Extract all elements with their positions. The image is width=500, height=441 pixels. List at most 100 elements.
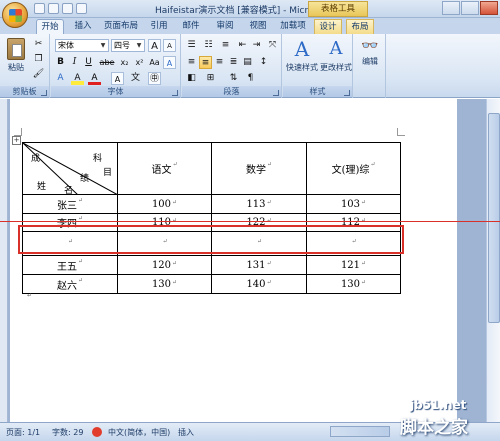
align-right-icon[interactable]: ≡	[213, 56, 226, 69]
format-painter-icon[interactable]: 🖌	[32, 68, 45, 81]
score-cell[interactable]: 113↵	[211, 194, 307, 214]
insert-mode[interactable]: 插入	[178, 427, 194, 438]
align-left-icon[interactable]: ≡	[185, 56, 198, 69]
tab-references[interactable]: 引用	[146, 19, 172, 34]
undo-icon[interactable]	[48, 3, 59, 14]
phonetic-guide-button[interactable]: 文	[129, 72, 142, 85]
cut-icon[interactable]: ✂	[32, 38, 45, 51]
view-buttons[interactable]	[330, 426, 390, 437]
score-cell[interactable]: 131↵	[211, 255, 307, 275]
page-count[interactable]: 页面: 1/1	[6, 427, 40, 438]
font-launcher-icon[interactable]	[172, 90, 178, 96]
clear-format-button[interactable]: A	[54, 72, 67, 85]
table-move-handle-icon[interactable]: +	[12, 136, 21, 145]
strikethrough-button[interactable]: abe	[98, 56, 116, 69]
subscript-button[interactable]: x₂	[118, 56, 131, 69]
tab-mailings[interactable]: 邮件	[178, 19, 204, 34]
enclose-char-icon[interactable]: ㊥	[148, 72, 161, 85]
save-icon[interactable]	[34, 3, 45, 14]
score-cell[interactable]: 100↵	[117, 194, 212, 214]
tab-insert[interactable]: 插入	[70, 19, 96, 34]
char-shading-button[interactable]: A	[163, 56, 176, 69]
column-header[interactable]: 数学↵	[211, 142, 307, 195]
paragraph-mark: ↵	[361, 278, 367, 286]
char-border-button[interactable]: A	[111, 72, 124, 85]
office-logo-icon	[9, 9, 22, 22]
cell-text: 王五	[56, 261, 77, 273]
close-button[interactable]	[480, 1, 498, 15]
line-spacing-icon[interactable]: ↕	[257, 56, 270, 69]
editing-button[interactable]: 👓 编辑	[356, 38, 384, 67]
align-center-icon[interactable]: ≡	[199, 56, 212, 69]
column-header[interactable]: 文(理)综↵	[306, 142, 401, 195]
score-cell[interactable]: 121↵	[306, 255, 401, 275]
vertical-scrollbar[interactable]	[486, 99, 500, 422]
score-cell[interactable]: 130↵	[117, 274, 212, 294]
chinese-layout-icon[interactable]: ⤧	[266, 39, 279, 52]
tab-addins[interactable]: 加载项	[277, 19, 309, 34]
title-bar: Haifeistar演示文档 [兼容模式] - Microsoft Word 表…	[0, 0, 500, 18]
bullets-icon[interactable]: ☰	[185, 39, 198, 52]
column-header[interactable]: 语文↵	[117, 142, 212, 195]
redo-icon[interactable]	[62, 3, 73, 14]
change-case-button[interactable]: Aa	[148, 56, 161, 69]
quick-styles-button[interactable]: A 快速样式	[285, 38, 319, 73]
score-cell[interactable]: 120↵	[117, 255, 212, 275]
customize-qat-icon[interactable]	[76, 3, 87, 14]
increase-indent-icon[interactable]: ⇥	[250, 39, 263, 52]
tab-page-layout[interactable]: 页面布局	[101, 19, 141, 34]
name-cell[interactable]: 赵六↵	[22, 274, 118, 294]
minimize-button[interactable]	[442, 1, 460, 15]
paragraph-mark: ↵	[361, 259, 367, 267]
office-button[interactable]	[2, 2, 28, 28]
styles-launcher-icon[interactable]	[344, 90, 350, 96]
proofing-icon[interactable]	[92, 427, 102, 437]
shrink-font-button[interactable]: A	[163, 39, 176, 52]
tab-view[interactable]: 视图	[245, 19, 271, 34]
multilevel-list-icon[interactable]: ≡	[219, 39, 232, 52]
shading-icon[interactable]: ◧	[185, 72, 198, 85]
tab-home[interactable]: 开始	[36, 19, 64, 34]
scrollbar-thumb[interactable]	[488, 113, 500, 323]
paste-button[interactable]: 粘贴	[4, 38, 28, 73]
score-cell[interactable]: 103↵	[306, 194, 401, 214]
distributed-icon[interactable]: ▤	[241, 56, 254, 69]
font-size-select[interactable]: 四号 ▼	[111, 39, 145, 52]
font-group: 宋体 ▼ 四号 ▼ A A B I U abe x₂ x² Aa A A A A A…	[51, 34, 181, 98]
tab-layout[interactable]: 布局	[346, 19, 374, 34]
font-family-select[interactable]: 宋体 ▼	[55, 39, 109, 52]
column-header-label: 语文	[151, 165, 172, 176]
sort-icon[interactable]: ⇅	[227, 72, 240, 85]
tab-review[interactable]: 审阅	[212, 19, 238, 34]
italic-button[interactable]: I	[68, 56, 81, 69]
crop-mark	[14, 128, 22, 136]
chevron-down-icon: ▼	[136, 42, 142, 49]
change-styles-button[interactable]: A 更改样式	[319, 38, 353, 73]
word-count[interactable]: 字数: 29	[52, 427, 83, 438]
maximize-button[interactable]	[461, 1, 479, 15]
grow-font-button[interactable]: A	[148, 39, 161, 52]
score-table[interactable]: 成 科 绩 目 姓 名 语文↵ 数学↵ 文(理)综↵ 张三↵ 100↵ 113↵…	[22, 142, 401, 294]
copy-icon[interactable]: ❐	[32, 53, 45, 66]
language[interactable]: 中文(简体，中国)	[108, 427, 170, 438]
superscript-button[interactable]: x²	[133, 56, 146, 69]
change-styles-icon: A	[329, 38, 343, 59]
tab-design[interactable]: 设计	[314, 19, 342, 34]
clipboard-launcher-icon[interactable]	[41, 90, 47, 96]
name-cell[interactable]: 张三↵	[22, 194, 118, 214]
highlight-button[interactable]: A	[71, 72, 84, 85]
numbering-icon[interactable]: ☷	[202, 39, 215, 52]
score-cell[interactable]: 140↵	[211, 274, 307, 294]
borders-icon[interactable]: ⊞	[204, 72, 217, 85]
bold-button[interactable]: B	[54, 56, 67, 69]
cell-text: 131	[246, 259, 266, 271]
font-color-button[interactable]: A	[88, 72, 101, 85]
show-marks-icon[interactable]: ¶	[244, 72, 257, 85]
decrease-indent-icon[interactable]: ⇤	[236, 39, 249, 52]
underline-button[interactable]: U	[82, 56, 95, 69]
paragraph-launcher-icon[interactable]	[273, 90, 279, 96]
name-cell[interactable]: 王五↵	[22, 255, 118, 275]
score-cell[interactable]: 130↵	[306, 274, 401, 294]
justify-icon[interactable]: ≣	[227, 56, 240, 69]
diagonal-header-cell[interactable]: 成 科 绩 目 姓 名	[22, 142, 118, 196]
